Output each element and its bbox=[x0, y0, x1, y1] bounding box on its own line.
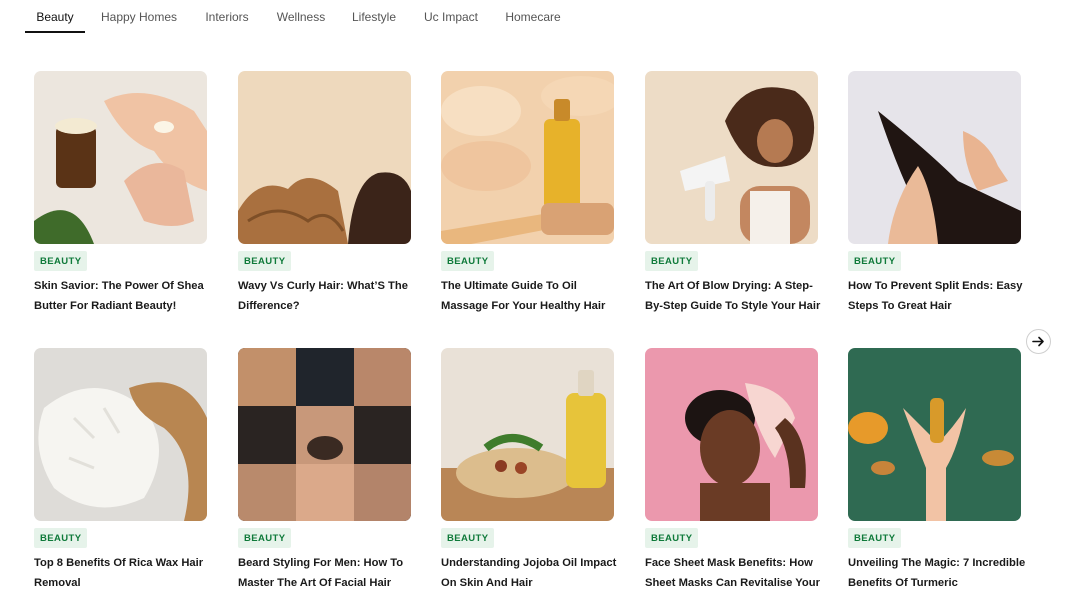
article-title[interactable]: Skin Savior: The Power Of Shea Butter Fo… bbox=[34, 276, 212, 316]
tab-beauty[interactable]: Beauty bbox=[25, 0, 85, 33]
category-badge: BEAUTY bbox=[441, 528, 495, 548]
next-button[interactable] bbox=[1026, 329, 1051, 354]
article-title[interactable]: The Ultimate Guide To Oil Massage For Yo… bbox=[441, 276, 619, 316]
article-title[interactable]: Understanding Jojoba Oil Impact On Skin … bbox=[441, 553, 619, 593]
category-badge: BEAUTY bbox=[34, 251, 88, 271]
category-badge: BEAUTY bbox=[238, 251, 292, 271]
beard-styling-image bbox=[238, 348, 411, 521]
arrow-right-icon bbox=[1032, 336, 1044, 347]
wavy-curly-hair-image bbox=[238, 71, 411, 244]
article-image[interactable] bbox=[34, 348, 207, 521]
tab-uc-impact[interactable]: Uc Impact bbox=[417, 0, 485, 33]
article-card[interactable]: BEAUTY Face Sheet Mask Benefits: How She… bbox=[645, 348, 820, 589]
article-image[interactable] bbox=[848, 348, 1021, 521]
article-image[interactable] bbox=[34, 71, 207, 244]
article-image[interactable] bbox=[238, 71, 411, 244]
article-title[interactable]: Wavy Vs Curly Hair: What’S The Differenc… bbox=[238, 276, 416, 316]
article-title[interactable]: Unveiling The Magic: 7 Incredible Benefi… bbox=[848, 553, 1026, 593]
category-tabs: Beauty Happy Homes Interiors Wellness Li… bbox=[0, 0, 1080, 33]
article-image[interactable] bbox=[645, 348, 818, 521]
article-title[interactable]: How To Prevent Split Ends: Easy Steps To… bbox=[848, 276, 1026, 316]
article-card[interactable]: BEAUTY Top 8 Benefits Of Rica Wax Hair R… bbox=[34, 348, 207, 589]
article-image[interactable] bbox=[645, 71, 818, 244]
article-card[interactable]: BEAUTY How To Prevent Split Ends: Easy S… bbox=[848, 71, 1022, 312]
turmeric-image bbox=[848, 348, 1021, 521]
article-card[interactable]: BEAUTY Wavy Vs Curly Hair: What’S The Di… bbox=[238, 71, 411, 312]
article-card[interactable]: BEAUTY Understanding Jojoba Oil Impact O… bbox=[441, 348, 616, 589]
article-card[interactable]: BEAUTY The Art Of Blow Drying: A Step-By… bbox=[645, 71, 820, 312]
category-badge: BEAUTY bbox=[645, 528, 699, 548]
category-badge: BEAUTY bbox=[34, 528, 88, 548]
article-title[interactable]: Top 8 Benefits Of Rica Wax Hair Removal bbox=[34, 553, 212, 593]
tab-homecare[interactable]: Homecare bbox=[500, 0, 566, 33]
article-image[interactable] bbox=[441, 71, 614, 244]
article-image[interactable] bbox=[441, 348, 614, 521]
jojoba-oil-image bbox=[441, 348, 614, 521]
oil-massage-image bbox=[441, 71, 614, 244]
tab-lifestyle[interactable]: Lifestyle bbox=[346, 0, 402, 33]
tab-happy-homes[interactable]: Happy Homes bbox=[96, 0, 182, 33]
category-badge: BEAUTY bbox=[848, 251, 902, 271]
category-badge: BEAUTY bbox=[441, 251, 495, 271]
article-image[interactable] bbox=[238, 348, 411, 521]
split-ends-image bbox=[848, 71, 1021, 244]
tab-interiors[interactable]: Interiors bbox=[198, 0, 256, 33]
tab-wellness[interactable]: Wellness bbox=[271, 0, 331, 33]
blow-drying-image bbox=[645, 71, 818, 244]
article-image[interactable] bbox=[848, 71, 1021, 244]
article-card[interactable]: BEAUTY Unveiling The Magic: 7 Incredible… bbox=[848, 348, 1025, 589]
article-title[interactable]: Face Sheet Mask Benefits: How Sheet Mask… bbox=[645, 553, 823, 593]
page: Beauty Happy Homes Interiors Wellness Li… bbox=[0, 0, 1080, 595]
article-card[interactable]: BEAUTY Skin Savior: The Power Of Shea Bu… bbox=[34, 71, 207, 312]
article-title[interactable]: The Art Of Blow Drying: A Step-By-Step G… bbox=[645, 276, 823, 316]
article-title[interactable]: Beard Styling For Men: How To Master The… bbox=[238, 553, 416, 593]
category-badge: BEAUTY bbox=[645, 251, 699, 271]
category-badge: BEAUTY bbox=[238, 528, 292, 548]
shea-butter-image bbox=[34, 71, 207, 244]
category-badge: BEAUTY bbox=[848, 528, 902, 548]
article-card[interactable]: BEAUTY Beard Styling For Men: How To Mas… bbox=[238, 348, 411, 589]
sheet-mask-image bbox=[645, 348, 818, 521]
article-card[interactable]: BEAUTY The Ultimate Guide To Oil Massage… bbox=[441, 71, 614, 312]
rica-wax-image bbox=[34, 348, 207, 521]
